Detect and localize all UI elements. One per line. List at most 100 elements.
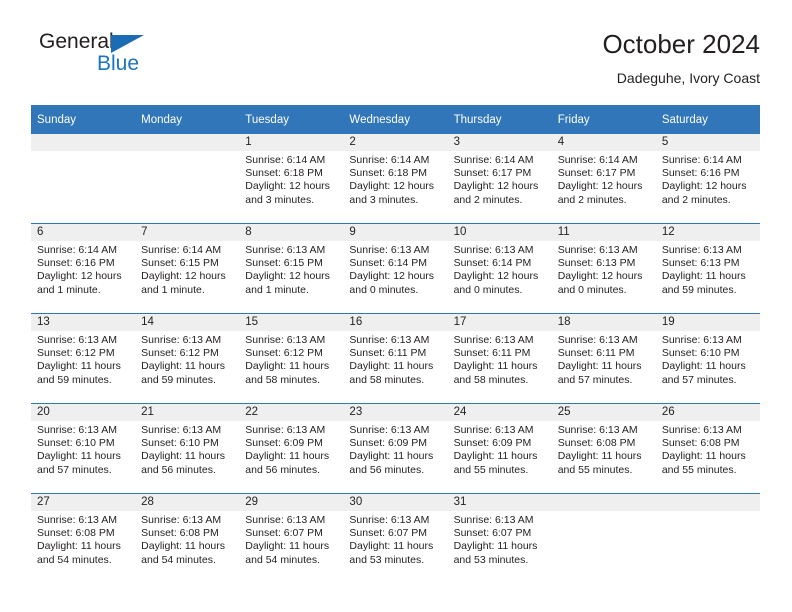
page-title: October 2024 xyxy=(602,29,760,59)
calendar-day-cell[interactable]: 20 Sunrise: 6:13 AM Sunset: 6:10 PM Dayligh… xyxy=(31,403,136,494)
day-detail-line: Daylight: 11 hours xyxy=(141,360,225,373)
calendar-empty-cell xyxy=(551,493,656,583)
calendar-day-cell[interactable]: 21 Sunrise: 6:13 AM Sunset: 6:10 PM Dayligh… xyxy=(135,403,240,494)
day-detail-line: Daylight: 12 hours xyxy=(245,180,330,193)
day-detail-line: Daylight: 11 hours xyxy=(453,450,538,463)
day-number: 13 xyxy=(31,314,136,331)
day-details: Sunrise: 6:13 AM Sunset: 6:09 PM Daylight:… xyxy=(239,421,343,477)
calendar-header-row: Sunday Monday Tuesday Wednesday Thursday… xyxy=(31,105,760,134)
day-detail-line: Sunset: 6:07 PM xyxy=(245,527,323,540)
day-number: 31 xyxy=(447,494,552,511)
day-detail-line: and 57 minutes. xyxy=(37,463,112,476)
day-number: 30 xyxy=(343,494,448,511)
day-detail-line: and 56 minutes. xyxy=(349,463,425,476)
calendar-day-cell[interactable]: 16 Sunrise: 6:13 AM Sunset: 6:11 PM Dayligh… xyxy=(343,313,448,404)
day-detail-line: Daylight: 12 hours xyxy=(245,270,330,283)
calendar-day-cell[interactable]: 7 Sunrise: 6:14 AM Sunset: 6:15 PM Daylight… xyxy=(135,223,240,314)
day-number: 20 xyxy=(31,404,136,421)
calendar-page: General Blue October 2024 Dadeguhe, Ivor… xyxy=(0,0,792,612)
calendar-day-cell[interactable]: 31 Sunrise: 6:13 AM Sunset: 6:07 PM Dayligh… xyxy=(447,493,552,583)
day-number: 29 xyxy=(239,494,344,511)
day-detail-line: Sunrise: 6:13 AM xyxy=(453,334,534,346)
calendar-day-cell[interactable]: 2 Sunrise: 6:14 AM Sunset: 6:18 PM Daylight… xyxy=(343,134,448,224)
day-number xyxy=(31,134,136,151)
day-number: 7 xyxy=(135,224,240,241)
calendar-day-cell[interactable]: 5 Sunrise: 6:14 AM Sunset: 6:16 PM Daylight… xyxy=(655,134,760,224)
day-detail-line: Daylight: 11 hours xyxy=(349,450,434,463)
day-cell-inner: 14 Sunrise: 6:13 AM Sunset: 6:12 PM Dayligh… xyxy=(135,314,240,403)
day-cell-inner: 11 Sunrise: 6:13 AM Sunset: 6:13 PM Dayligh… xyxy=(551,224,656,313)
calendar-day-cell[interactable]: 24 Sunrise: 6:13 AM Sunset: 6:09 PM Dayligh… xyxy=(447,403,552,494)
day-detail-line: Sunset: 6:10 PM xyxy=(141,437,219,450)
day-detail-line: Daylight: 11 hours xyxy=(245,450,330,463)
day-number: 18 xyxy=(551,314,656,331)
day-detail-line: Sunrise: 6:13 AM xyxy=(349,244,430,256)
title-block: October 2024 Dadeguhe, Ivory Coast xyxy=(602,28,760,88)
calendar-empty-cell xyxy=(31,134,136,224)
day-number: 23 xyxy=(343,404,448,421)
calendar-day-cell[interactable]: 3 Sunrise: 6:14 AM Sunset: 6:17 PM Daylight… xyxy=(447,134,552,224)
day-detail-line: Sunset: 6:14 PM xyxy=(453,257,532,270)
calendar-day-cell[interactable]: 14 Sunrise: 6:13 AM Sunset: 6:12 PM Dayligh… xyxy=(135,313,240,404)
calendar-day-cell[interactable]: 23 Sunrise: 6:13 AM Sunset: 6:09 PM Dayligh… xyxy=(343,403,448,494)
day-cell-inner: 15 Sunrise: 6:13 AM Sunset: 6:12 PM Dayligh… xyxy=(239,314,344,403)
day-detail-line: Daylight: 11 hours xyxy=(37,450,121,463)
calendar-day-cell[interactable]: 26 Sunrise: 6:13 AM Sunset: 6:08 PM Dayligh… xyxy=(655,403,760,494)
calendar-day-cell[interactable]: 9 Sunrise: 6:13 AM Sunset: 6:14 PM Daylight… xyxy=(343,223,448,314)
day-detail-line: Sunrise: 6:13 AM xyxy=(349,514,430,526)
day-detail-line: Daylight: 11 hours xyxy=(245,360,330,373)
calendar-day-cell[interactable]: 1 Sunrise: 6:14 AM Sunset: 6:18 PM Daylight… xyxy=(239,134,344,224)
day-details: Sunrise: 6:14 AM Sunset: 6:16 PM Daylight:… xyxy=(656,151,760,207)
day-details: Sunrise: 6:13 AM Sunset: 6:10 PM Daylight:… xyxy=(31,421,135,477)
day-number: 1 xyxy=(239,134,344,151)
day-detail-line: Sunset: 6:08 PM xyxy=(37,527,115,540)
day-detail-line: Sunrise: 6:13 AM xyxy=(557,244,638,256)
day-detail-line: Sunrise: 6:13 AM xyxy=(245,334,326,346)
weekday-header-thursday: Thursday xyxy=(447,105,552,134)
calendar-day-cell[interactable]: 19 Sunrise: 6:13 AM Sunset: 6:10 PM Dayligh… xyxy=(655,313,760,404)
day-detail-line: Sunset: 6:11 PM xyxy=(453,347,531,360)
day-detail-line: Sunrise: 6:13 AM xyxy=(453,514,534,526)
calendar-day-cell[interactable]: 11 Sunrise: 6:13 AM Sunset: 6:13 PM Dayligh… xyxy=(551,223,656,314)
calendar-day-cell[interactable]: 29 Sunrise: 6:13 AM Sunset: 6:07 PM Dayligh… xyxy=(239,493,344,583)
calendar-week-row: 6 Sunrise: 6:14 AM Sunset: 6:16 PM Daylight… xyxy=(31,223,760,314)
day-detail-line: Daylight: 12 hours xyxy=(661,180,747,193)
page-header: General Blue October 2024 Dadeguhe, Ivor… xyxy=(31,28,760,98)
calendar-day-cell[interactable]: 18 Sunrise: 6:13 AM Sunset: 6:11 PM Dayligh… xyxy=(551,313,656,404)
calendar-day-cell[interactable]: 4 Sunrise: 6:14 AM Sunset: 6:17 PM Daylight… xyxy=(551,134,656,224)
day-number: 6 xyxy=(31,224,136,241)
calendar-day-cell[interactable]: 28 Sunrise: 6:13 AM Sunset: 6:08 PM Dayligh… xyxy=(135,493,240,583)
day-detail-line: Daylight: 11 hours xyxy=(557,450,642,463)
day-detail-line: Sunset: 6:10 PM xyxy=(661,347,740,360)
day-number: 12 xyxy=(655,224,760,241)
day-number: 5 xyxy=(655,134,760,151)
calendar-day-cell[interactable]: 13 Sunrise: 6:13 AM Sunset: 6:12 PM Dayligh… xyxy=(31,313,136,404)
calendar-day-cell[interactable]: 17 Sunrise: 6:13 AM Sunset: 6:11 PM Dayligh… xyxy=(447,313,552,404)
day-detail-line: Sunset: 6:14 PM xyxy=(349,257,428,270)
day-detail-line: Sunset: 6:17 PM xyxy=(557,167,636,180)
calendar-body: 1 Sunrise: 6:14 AM Sunset: 6:18 PM Daylight… xyxy=(31,134,760,583)
weekday-header-monday: Monday xyxy=(135,105,240,134)
day-detail-line: and 53 minutes. xyxy=(453,553,529,566)
day-detail-line: Daylight: 11 hours xyxy=(349,360,434,373)
day-detail-line: Sunrise: 6:14 AM xyxy=(453,154,534,166)
calendar-day-cell[interactable]: 8 Sunrise: 6:13 AM Sunset: 6:15 PM Daylight… xyxy=(239,223,344,314)
day-detail-line: Sunrise: 6:13 AM xyxy=(661,244,742,256)
calendar-day-cell[interactable]: 6 Sunrise: 6:14 AM Sunset: 6:16 PM Daylight… xyxy=(31,223,136,314)
calendar-day-cell[interactable]: 25 Sunrise: 6:13 AM Sunset: 6:08 PM Dayligh… xyxy=(551,403,656,494)
calendar-day-cell[interactable]: 12 Sunrise: 6:13 AM Sunset: 6:13 PM Dayligh… xyxy=(655,223,760,314)
day-detail-line: Sunset: 6:17 PM xyxy=(453,167,532,180)
calendar-day-cell[interactable]: 10 Sunrise: 6:13 AM Sunset: 6:14 PM Dayligh… xyxy=(447,223,552,314)
calendar-day-cell[interactable]: 30 Sunrise: 6:13 AM Sunset: 6:07 PM Dayligh… xyxy=(343,493,448,583)
day-details: Sunrise: 6:14 AM Sunset: 6:16 PM Daylight:… xyxy=(31,241,135,297)
general-blue-logo[interactable]: General Blue xyxy=(39,30,219,90)
day-details xyxy=(135,151,239,154)
calendar-day-cell[interactable]: 22 Sunrise: 6:13 AM Sunset: 6:09 PM Dayligh… xyxy=(239,403,344,494)
day-detail-line: Sunrise: 6:13 AM xyxy=(141,334,222,346)
day-detail-line: Sunset: 6:11 PM xyxy=(349,347,427,360)
day-number: 15 xyxy=(239,314,344,331)
calendar-day-cell[interactable]: 27 Sunrise: 6:13 AM Sunset: 6:08 PM Dayligh… xyxy=(31,493,136,583)
day-cell-inner: 7 Sunrise: 6:14 AM Sunset: 6:15 PM Daylight… xyxy=(135,224,240,313)
calendar-empty-cell xyxy=(135,134,240,224)
calendar-day-cell[interactable]: 15 Sunrise: 6:13 AM Sunset: 6:12 PM Dayligh… xyxy=(239,313,344,404)
